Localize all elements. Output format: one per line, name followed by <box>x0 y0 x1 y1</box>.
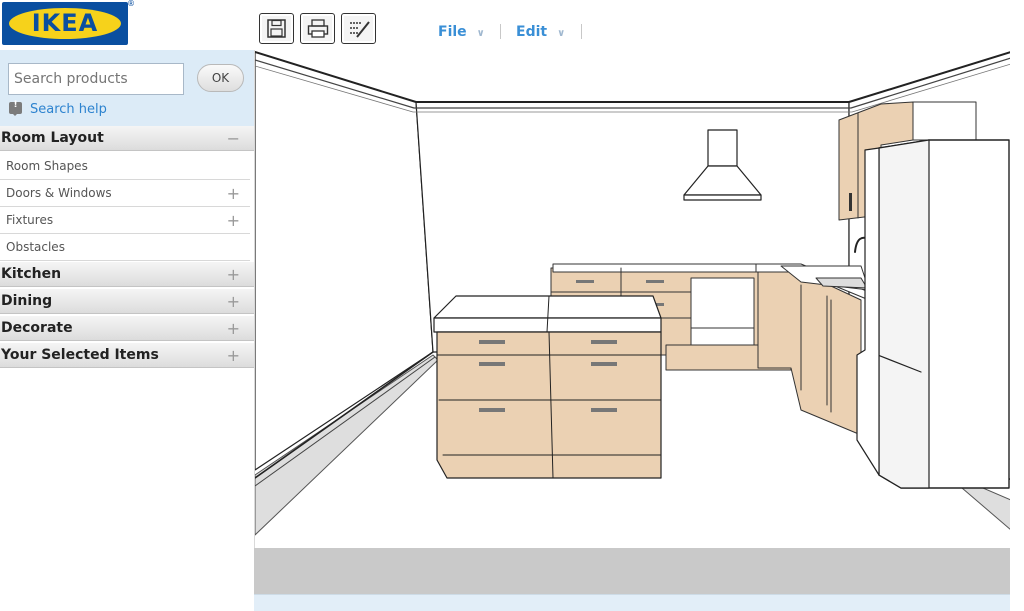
ikea-logo[interactable]: IKEA ® <box>2 0 135 45</box>
menu-edit[interactable]: Edit ∨ <box>516 24 565 40</box>
category-label: Room Layout <box>1 130 104 146</box>
expand-icon[interactable]: + <box>227 316 240 341</box>
chevron-down-icon: ∨ <box>476 28 485 39</box>
sidebar-item-fixtures[interactable]: Fixtures + <box>0 207 250 234</box>
right-margin <box>1010 50 1024 610</box>
expand-icon[interactable]: + <box>227 207 240 234</box>
sidebar-item-doors-windows[interactable]: Doors & Windows + <box>0 180 250 207</box>
sidebar-item-label: Room Shapes <box>6 159 88 173</box>
collapse-icon[interactable]: − <box>227 126 240 151</box>
search-help-link[interactable]: Search help <box>30 102 107 117</box>
room-3d-view[interactable] <box>254 50 1011 548</box>
help-bubble-icon: ! <box>9 100 22 116</box>
category-dining[interactable]: Dining + <box>0 289 254 314</box>
kitchen-render <box>255 51 1011 548</box>
expand-icon[interactable]: + <box>227 289 240 314</box>
sidebar-item-room-shapes[interactable]: Room Shapes <box>0 153 250 180</box>
expand-icon[interactable]: + <box>227 343 240 368</box>
category-label: Your Selected Items <box>1 347 159 363</box>
save-button[interactable] <box>259 13 294 44</box>
expand-icon[interactable]: + <box>227 262 240 287</box>
category-room-layout[interactable]: Room Layout − <box>0 126 254 151</box>
category-label: Decorate <box>1 320 73 336</box>
search-ok-button[interactable]: OK <box>197 64 244 92</box>
menu-file[interactable]: File ∨ <box>438 24 485 40</box>
menu-divider <box>581 24 582 39</box>
search-panel: OK ! Search help <box>0 50 254 126</box>
save-icon <box>267 19 286 38</box>
search-input[interactable] <box>8 63 184 95</box>
sidebar: OK ! Search help Room Layout − Room Shap… <box>0 50 254 610</box>
sidebar-item-obstacles[interactable]: Obstacles <box>0 234 250 261</box>
sidebar-item-label: Doors & Windows <box>6 186 112 200</box>
menu-file-label: File <box>438 24 467 40</box>
chevron-down-icon: ∨ <box>557 28 566 39</box>
category-kitchen[interactable]: Kitchen + <box>0 262 254 287</box>
edit-list-icon <box>350 21 370 38</box>
menu-edit-label: Edit <box>516 24 548 40</box>
category-label: Dining <box>1 293 53 309</box>
print-icon <box>307 19 329 38</box>
category-your-selected-items[interactable]: Your Selected Items + <box>0 343 254 368</box>
edit-list-button[interactable] <box>341 13 376 44</box>
registered-mark: ® <box>127 0 135 8</box>
status-bar <box>254 548 1010 594</box>
logo-text: IKEA <box>31 9 99 37</box>
category-label: Kitchen <box>1 266 62 282</box>
bottom-panel <box>254 594 1010 611</box>
print-button[interactable] <box>300 13 335 44</box>
sidebar-item-label: Obstacles <box>6 240 65 254</box>
expand-icon[interactable]: + <box>227 180 240 207</box>
top-bar: IKEA ® File ∨ Edit ∨ <box>0 0 1024 50</box>
sidebar-item-label: Fixtures <box>6 213 54 227</box>
menu-divider <box>500 24 501 39</box>
category-decorate[interactable]: Decorate + <box>0 316 254 341</box>
